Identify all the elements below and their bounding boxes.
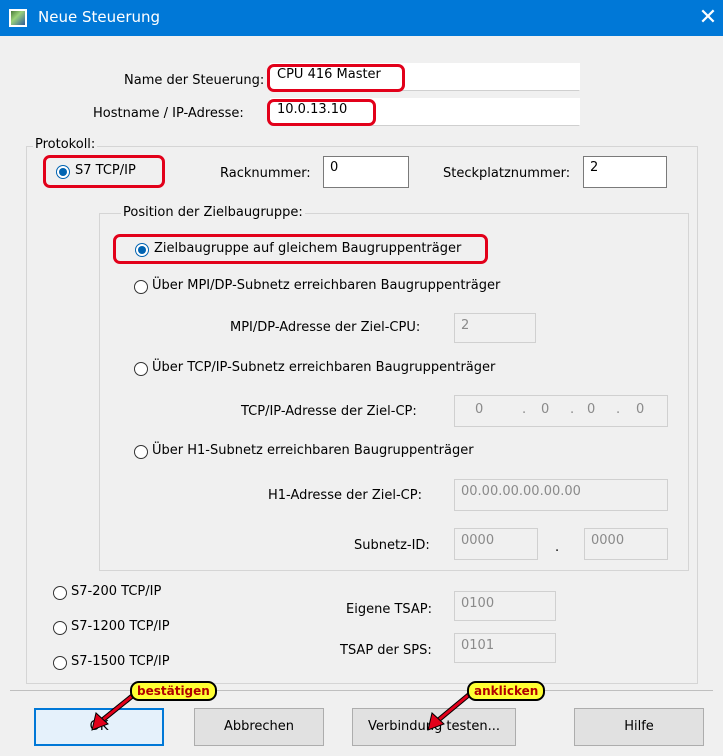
confirm-callout: bestätigen <box>130 681 217 701</box>
click-callout: anklicken <box>467 681 546 701</box>
confirm-arrow-icon <box>91 691 138 731</box>
click-arrow-icon <box>427 691 473 731</box>
annotation-arrows <box>91 691 473 731</box>
